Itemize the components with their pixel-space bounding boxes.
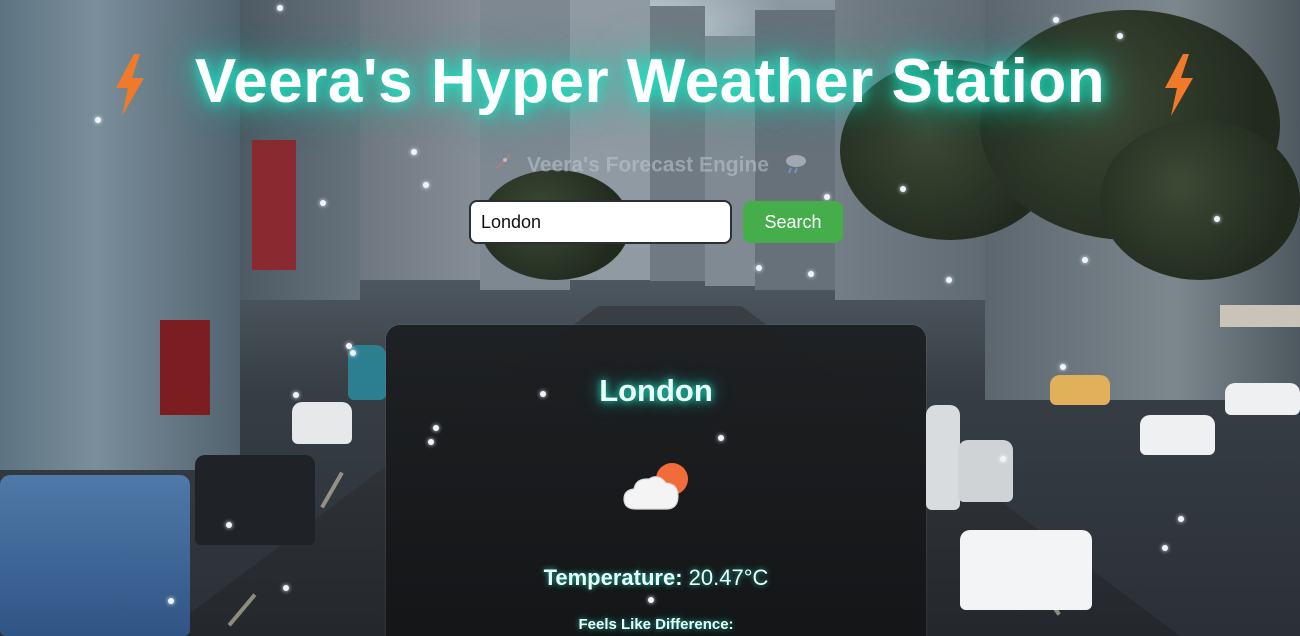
cloud-rain-icon — [783, 152, 809, 180]
temperature-value: 20.47°C — [688, 565, 769, 590]
rocket-icon — [491, 152, 513, 180]
temperature-row: Temperature: 20.47°C — [386, 565, 926, 591]
lightning-bolt-icon — [1165, 54, 1193, 116]
feels-like-label: Feels Like Difference: — [578, 616, 734, 633]
subtitle-text: Veera's Forecast Engine — [527, 153, 769, 177]
page-title: Veera's Hyper Weather Station — [194, 47, 1106, 116]
subtitle: Veera's Forecast Engine — [0, 152, 1300, 180]
weather-card: London Temperature: 20.47°C Feels Like D… — [386, 325, 926, 636]
city-name: London — [599, 373, 713, 408]
search-button[interactable]: Search — [743, 201, 843, 243]
search-input[interactable] — [469, 200, 732, 244]
temperature-label: Temperature: — [543, 565, 683, 590]
partly-cloudy-icon — [623, 463, 688, 510]
